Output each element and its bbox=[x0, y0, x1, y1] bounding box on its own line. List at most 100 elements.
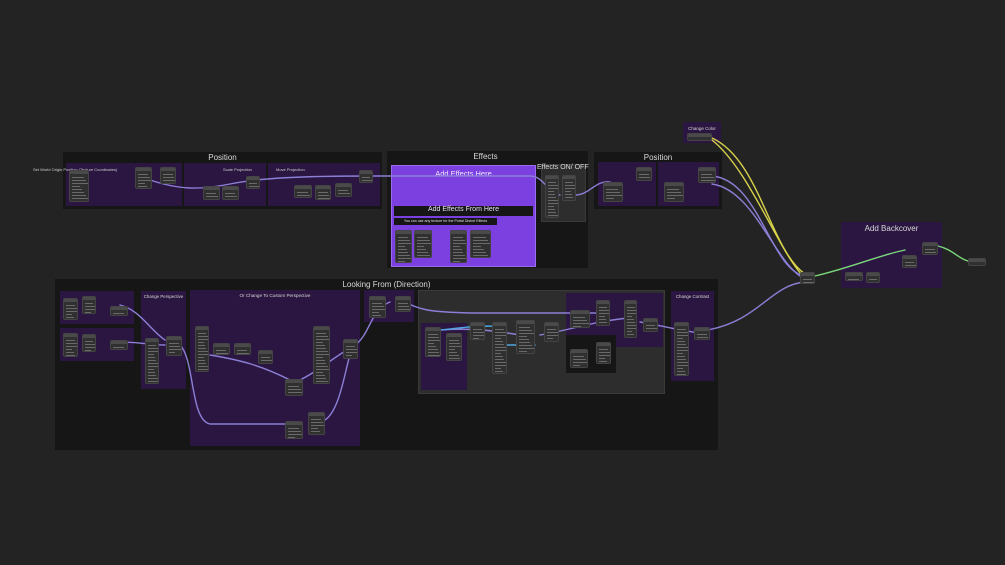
node[interactable] bbox=[687, 133, 712, 141]
node[interactable] bbox=[492, 322, 507, 374]
node[interactable] bbox=[570, 349, 588, 368]
node-socket-row bbox=[398, 258, 411, 259]
node-socket-row bbox=[316, 336, 328, 337]
node[interactable] bbox=[414, 230, 432, 258]
node-socket-row bbox=[72, 177, 84, 178]
node-socket-row bbox=[346, 352, 357, 353]
node[interactable] bbox=[246, 176, 260, 189]
node-socket-row bbox=[169, 349, 181, 350]
node[interactable] bbox=[674, 322, 689, 376]
node[interactable] bbox=[135, 167, 152, 189]
node[interactable] bbox=[110, 306, 128, 316]
node-socket-row bbox=[261, 357, 270, 358]
node[interactable] bbox=[110, 340, 128, 350]
node-socket-row bbox=[198, 360, 205, 361]
node[interactable] bbox=[395, 296, 411, 312]
node-socket-row bbox=[148, 351, 158, 352]
node-editor-canvas[interactable]: Position Set World Origin Position (Text… bbox=[0, 0, 1005, 565]
node[interactable] bbox=[470, 322, 485, 340]
node-socket-row bbox=[338, 193, 350, 194]
node[interactable] bbox=[570, 310, 590, 328]
node-socket-row bbox=[453, 258, 466, 259]
node[interactable] bbox=[69, 170, 89, 202]
node-socket-row bbox=[453, 237, 463, 238]
node[interactable] bbox=[359, 170, 373, 183]
node[interactable] bbox=[294, 185, 312, 198]
node-socket-row bbox=[547, 332, 558, 333]
node[interactable] bbox=[596, 300, 610, 326]
node-socket-row bbox=[316, 366, 328, 367]
node[interactable] bbox=[425, 327, 441, 357]
node[interactable] bbox=[545, 175, 559, 218]
node-socket-row bbox=[473, 255, 488, 256]
node[interactable] bbox=[63, 298, 78, 320]
node[interactable] bbox=[395, 230, 412, 263]
node-socket-row bbox=[198, 336, 208, 337]
node-socket-row bbox=[249, 183, 257, 184]
node[interactable] bbox=[63, 333, 78, 357]
node-socket-row bbox=[346, 346, 355, 347]
node[interactable] bbox=[203, 186, 220, 200]
node[interactable] bbox=[285, 421, 303, 439]
node[interactable] bbox=[308, 412, 325, 435]
node[interactable] bbox=[313, 326, 330, 384]
node[interactable] bbox=[596, 342, 611, 364]
node-socket-row bbox=[495, 368, 501, 369]
node[interactable] bbox=[544, 322, 559, 342]
node[interactable] bbox=[234, 343, 251, 355]
node[interactable] bbox=[516, 320, 535, 354]
node[interactable] bbox=[222, 186, 239, 200]
node-socket-row bbox=[473, 240, 488, 241]
node[interactable] bbox=[562, 175, 576, 201]
node[interactable] bbox=[195, 326, 209, 372]
node-socket-row bbox=[473, 237, 486, 238]
node[interactable] bbox=[343, 339, 358, 359]
node-socket-row bbox=[198, 351, 208, 352]
node[interactable] bbox=[166, 336, 182, 356]
node[interactable] bbox=[285, 379, 303, 396]
node-socket-row bbox=[495, 356, 503, 357]
node[interactable] bbox=[82, 296, 96, 314]
node-wires bbox=[119, 137, 976, 425]
node-socket-row bbox=[398, 237, 408, 238]
node[interactable] bbox=[145, 338, 159, 384]
node[interactable] bbox=[335, 183, 352, 197]
node-socket-row bbox=[599, 355, 610, 356]
node[interactable] bbox=[694, 327, 710, 340]
node-socket-row bbox=[318, 198, 330, 199]
node[interactable] bbox=[922, 242, 938, 255]
node-socket-row bbox=[548, 197, 556, 198]
node[interactable] bbox=[624, 300, 637, 338]
node[interactable] bbox=[369, 296, 386, 318]
node-socket-row bbox=[148, 369, 154, 370]
node[interactable] bbox=[82, 334, 96, 352]
node-socket-row bbox=[428, 352, 439, 353]
node[interactable] bbox=[258, 350, 273, 364]
node-socket-row bbox=[198, 357, 204, 358]
node[interactable] bbox=[213, 343, 230, 355]
node-socket-row bbox=[627, 319, 634, 320]
node-socket-row bbox=[473, 329, 482, 330]
node[interactable] bbox=[698, 167, 716, 183]
node-socket-row bbox=[677, 329, 686, 330]
node-socket-row bbox=[701, 180, 715, 181]
node-socket-row bbox=[72, 195, 86, 196]
node[interactable] bbox=[866, 272, 880, 283]
node[interactable] bbox=[643, 318, 658, 332]
node[interactable] bbox=[160, 167, 176, 184]
node[interactable] bbox=[902, 255, 917, 268]
node[interactable] bbox=[315, 185, 331, 200]
node[interactable] bbox=[470, 230, 491, 258]
node[interactable] bbox=[968, 258, 986, 266]
node[interactable] bbox=[636, 167, 652, 181]
node-socket-row bbox=[66, 305, 75, 306]
node-socket-row bbox=[677, 347, 688, 348]
node[interactable] bbox=[845, 272, 863, 281]
node-socket-row bbox=[677, 332, 688, 333]
node[interactable] bbox=[603, 182, 623, 202]
node[interactable] bbox=[800, 272, 815, 284]
node[interactable] bbox=[664, 182, 684, 202]
node-socket-row bbox=[66, 340, 75, 341]
node[interactable] bbox=[450, 230, 467, 263]
node[interactable] bbox=[446, 333, 462, 361]
